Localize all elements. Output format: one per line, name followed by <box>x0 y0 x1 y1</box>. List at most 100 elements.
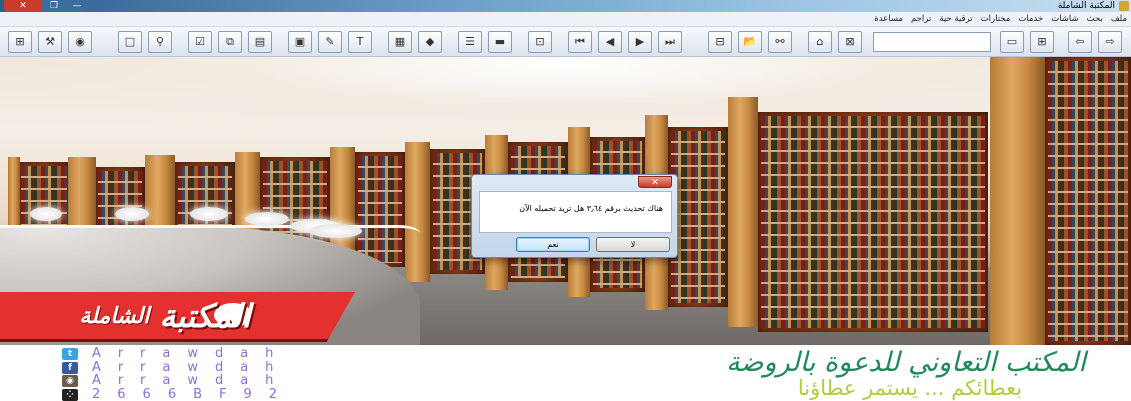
book-icon: ▤ <box>254 35 266 48</box>
new-page-button[interactable]: □ <box>118 31 142 53</box>
shelf-post <box>990 57 1045 345</box>
slogan: بعطائكم ... يستمر عطاؤنا <box>797 376 1023 400</box>
blackberry-icon: ⁘ <box>62 388 78 401</box>
social-row: t Arrawdah <box>62 347 290 361</box>
binoculars-icon: ⚯ <box>775 35 785 48</box>
bookshelf <box>355 152 405 267</box>
find-replace-icon: ⚲ <box>155 35 165 48</box>
new-page-icon: □ <box>124 35 136 48</box>
logo-main-text: المكتبة <box>159 297 251 335</box>
back-arrow-button[interactable]: ⇦ <box>1068 31 1092 53</box>
update-dialog: ✕ هناك تحديث برقم ٣٫٦٤ هل تريد تحميله ال… <box>471 174 678 258</box>
org-name: المكتب التعاوني للدعوة بالروضة <box>726 347 1086 378</box>
forward-arrow-button[interactable]: ⇨ <box>1098 31 1122 53</box>
layout-icon: ⊞ <box>1037 35 1047 48</box>
sheet-button[interactable]: ⊠ <box>838 31 862 53</box>
lamp <box>115 207 149 221</box>
next-page-icon: ▶ <box>635 35 645 48</box>
back-arrow-icon: ⇦ <box>1075 35 1085 48</box>
toolbar: ⊞ ⚒ ◉ □ ⚲ ☑ ⧉ ▤ ▣ ✎ T ▦ ◆ ☰ ▬ ⊡ ⏮ ◀ ▶ ⏭ ⊟ 📂 ⚯ ⌂ ⊠ ▭ ⊞ ⇦ ⇨ <box>0 27 1131 57</box>
social-handle: Arrawdah <box>92 346 291 361</box>
yes-button[interactable]: نعم <box>516 237 590 252</box>
shelf-post <box>728 97 758 327</box>
menu-item[interactable]: ملف <box>1111 12 1127 27</box>
logo-sub-text: الشاملة <box>79 303 150 329</box>
bookmark-button[interactable]: ▦ <box>388 31 412 53</box>
bar-button[interactable]: ▬ <box>488 31 512 53</box>
instagram-icon: ◉ <box>62 375 78 387</box>
facebook-icon: f <box>62 361 78 374</box>
menu-item[interactable]: تراجم <box>911 12 931 27</box>
bar-icon: ▬ <box>494 35 506 48</box>
find-replace-button[interactable]: ⚲ <box>148 31 172 53</box>
folder-icon: ▭ <box>1006 35 1018 48</box>
menu-item[interactable]: خدمات <box>1018 12 1043 27</box>
search-all-icon: ⊞ <box>15 35 25 48</box>
menu-item[interactable]: شاشات <box>1051 12 1078 27</box>
copy-icon: ⧉ <box>226 35 234 48</box>
pill-icon: ◉ <box>75 35 85 48</box>
copy-button[interactable]: ⧉ <box>218 31 242 53</box>
table-button[interactable]: ⊟ <box>708 31 732 53</box>
tools-icon: ⚒ <box>45 35 55 48</box>
lamp <box>190 207 228 221</box>
note-button[interactable]: ▣ <box>288 31 312 53</box>
library-button[interactable]: ⌂ <box>808 31 832 53</box>
close-window-button[interactable]: ✕ <box>4 0 42 12</box>
pen-icon: ✎ <box>325 35 335 48</box>
lamp <box>245 212 289 226</box>
pill-button[interactable]: ◉ <box>68 31 92 53</box>
social-handle: Arrawdah <box>92 373 291 388</box>
minimize-window-button[interactable]: — <box>66 0 88 12</box>
dialog-close-button[interactable]: ✕ <box>638 176 672 188</box>
text-button[interactable]: T <box>348 31 372 53</box>
check-button[interactable]: ☑ <box>188 31 212 53</box>
window-button[interactable]: ⊡ <box>528 31 552 53</box>
binoculars-button[interactable]: ⚯ <box>768 31 792 53</box>
title-bar: ✕ ❐ — المكتبة الشاملة <box>0 0 1131 12</box>
check-icon: ☑ <box>195 35 205 48</box>
first-page-button[interactable]: ⏮ <box>568 31 592 53</box>
social-row: ◉ Arrawdah <box>62 374 290 388</box>
maximize-window-button[interactable]: ❐ <box>42 0 66 12</box>
social-handle: 2666BF92 <box>92 386 295 401</box>
menu-item[interactable]: بحث <box>1087 12 1103 27</box>
last-page-button[interactable]: ⏭ <box>658 31 682 53</box>
bookmark-icon: ▦ <box>394 35 406 48</box>
menu-item[interactable]: مختارات <box>981 12 1011 27</box>
app-icon <box>1119 1 1129 11</box>
pen-button[interactable]: ✎ <box>318 31 342 53</box>
list-icon: ☰ <box>465 35 475 48</box>
search-all-button[interactable]: ⊞ <box>8 31 32 53</box>
sheet-icon: ⊠ <box>845 35 855 48</box>
open-folder-button[interactable]: 📂 <box>738 31 762 53</box>
lamp <box>310 224 362 238</box>
twitter-icon: t <box>62 348 78 360</box>
shelf-post <box>405 142 430 282</box>
library-icon: ⌂ <box>816 35 824 48</box>
table-icon: ⊟ <box>715 35 725 48</box>
bookshelf <box>1045 57 1131 345</box>
red-marker-button[interactable]: ◆ <box>418 31 442 53</box>
tools-button[interactable]: ⚒ <box>38 31 62 53</box>
previous-page-button[interactable]: ◀ <box>598 31 622 53</box>
forward-arrow-icon: ⇨ <box>1105 35 1115 48</box>
menu-bar: ملف بحث شاشات خدمات مختارات ترقية حية تراجم مسا… <box>0 12 1131 27</box>
dialog-body: هناك تحديث برقم ٣٫٦٤ هل تريد تحميله الآن <box>479 191 672 233</box>
text-icon: T <box>356 35 364 48</box>
layout-button[interactable]: ⊞ <box>1030 31 1054 53</box>
menu-item[interactable]: مساعدة <box>874 12 903 27</box>
first-page-icon: ⏮ <box>575 35 585 48</box>
lamp <box>30 207 62 221</box>
app-logo: المكتبة الشاملة <box>0 292 330 340</box>
red-marker-icon: ◆ <box>425 35 435 48</box>
folder-button[interactable]: ▭ <box>1000 31 1024 53</box>
bookshelf <box>758 112 988 332</box>
book-button[interactable]: ▤ <box>248 31 272 53</box>
list-button[interactable]: ☰ <box>458 31 482 53</box>
search-input[interactable] <box>873 32 991 52</box>
no-button[interactable]: لا <box>596 237 670 252</box>
next-page-button[interactable]: ▶ <box>628 31 652 53</box>
last-page-icon: ⏭ <box>665 35 675 48</box>
menu-item[interactable]: ترقية حية <box>939 12 972 27</box>
